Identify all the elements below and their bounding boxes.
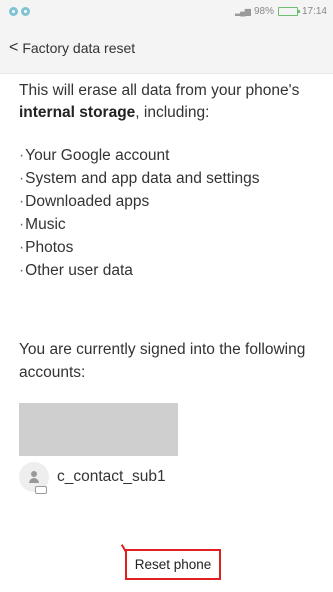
app-bar: < Factory data reset [0, 22, 333, 74]
reset-phone-button[interactable]: Reset phone [125, 549, 221, 580]
list-item: ·Music [19, 216, 66, 233]
intro-bold-text: internal storage [19, 104, 136, 121]
signal-icon: ▂▄▆ [234, 6, 251, 16]
list-item: ·Other user data [19, 262, 133, 279]
back-icon[interactable]: < [9, 39, 18, 56]
status-indicators: ▂▄▆ 98% 17:14 [235, 6, 327, 17]
list-item: ·Your Google account [19, 147, 170, 164]
notification-icons [9, 6, 30, 16]
person-icon [28, 471, 40, 483]
account-badge-icon [35, 486, 47, 494]
status-bar: ▂▄▆ 98% 17:14 [0, 0, 333, 22]
main-content: This will erase all data from your phone… [19, 80, 329, 384]
notification-icon [21, 6, 30, 16]
erase-list: ·Your Google account ·System and app dat… [19, 144, 329, 282]
list-item: ·Photos [19, 239, 74, 256]
account-name: c_contact_sub1 [57, 468, 166, 485]
list-item: ·Downloaded apps [19, 193, 150, 210]
page-title: Factory data reset [22, 39, 136, 56]
battery-percent: 98% [253, 5, 274, 17]
account-row: c_contact_sub1 [19, 460, 166, 494]
signed-in-text: You are currently signed into the follow… [19, 341, 306, 381]
battery-icon [277, 6, 300, 16]
clock: 17:14 [301, 5, 327, 17]
list-item: ·System and app data and settings [19, 170, 260, 187]
account-image-placeholder [19, 403, 178, 456]
intro-text: This will erase all data from your phone… [19, 82, 300, 121]
avatar [19, 462, 49, 494]
notification-icon [9, 6, 18, 16]
